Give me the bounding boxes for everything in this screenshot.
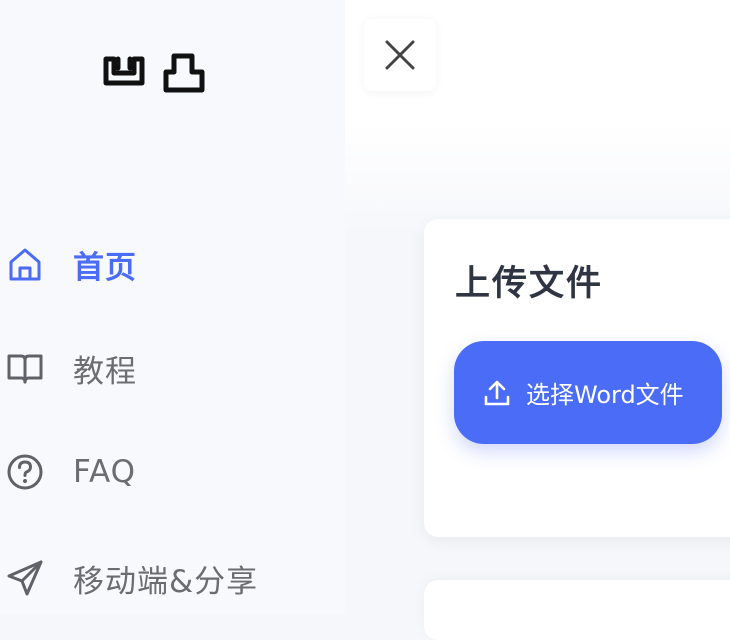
sidebar: 首页 教程 FAQ 移动端&分享 bbox=[0, 0, 345, 614]
nav-item-label: 首页 bbox=[73, 249, 137, 286]
select-word-file-label: 选择Word文件 bbox=[526, 381, 684, 409]
logo-icon bbox=[103, 53, 205, 93]
nav-item-label: 教程 bbox=[73, 353, 137, 390]
upload-card-title: 上传文件 bbox=[455, 264, 604, 304]
close-icon bbox=[385, 40, 415, 70]
book-icon bbox=[0, 343, 50, 393]
secondary-card bbox=[424, 580, 730, 640]
question-circle-icon bbox=[0, 447, 50, 497]
select-word-file-button[interactable]: 选择Word文件 bbox=[454, 341, 722, 444]
nav-item-tutorial[interactable]: 教程 bbox=[0, 338, 137, 398]
close-button[interactable] bbox=[364, 19, 436, 91]
upload-icon bbox=[482, 378, 512, 408]
home-icon bbox=[0, 239, 50, 289]
nav-item-label: FAQ bbox=[73, 454, 137, 490]
nav-item-faq[interactable]: FAQ bbox=[0, 442, 136, 502]
send-icon bbox=[0, 553, 50, 603]
upload-card: 上传文件 选择Word文件 bbox=[424, 219, 730, 537]
nav-item-home[interactable]: 首页 bbox=[0, 234, 137, 294]
nav-item-mobile-share[interactable]: 移动端&分享 bbox=[0, 548, 258, 608]
nav-item-label: 移动端&分享 bbox=[73, 563, 259, 600]
logo[interactable] bbox=[100, 50, 210, 94]
